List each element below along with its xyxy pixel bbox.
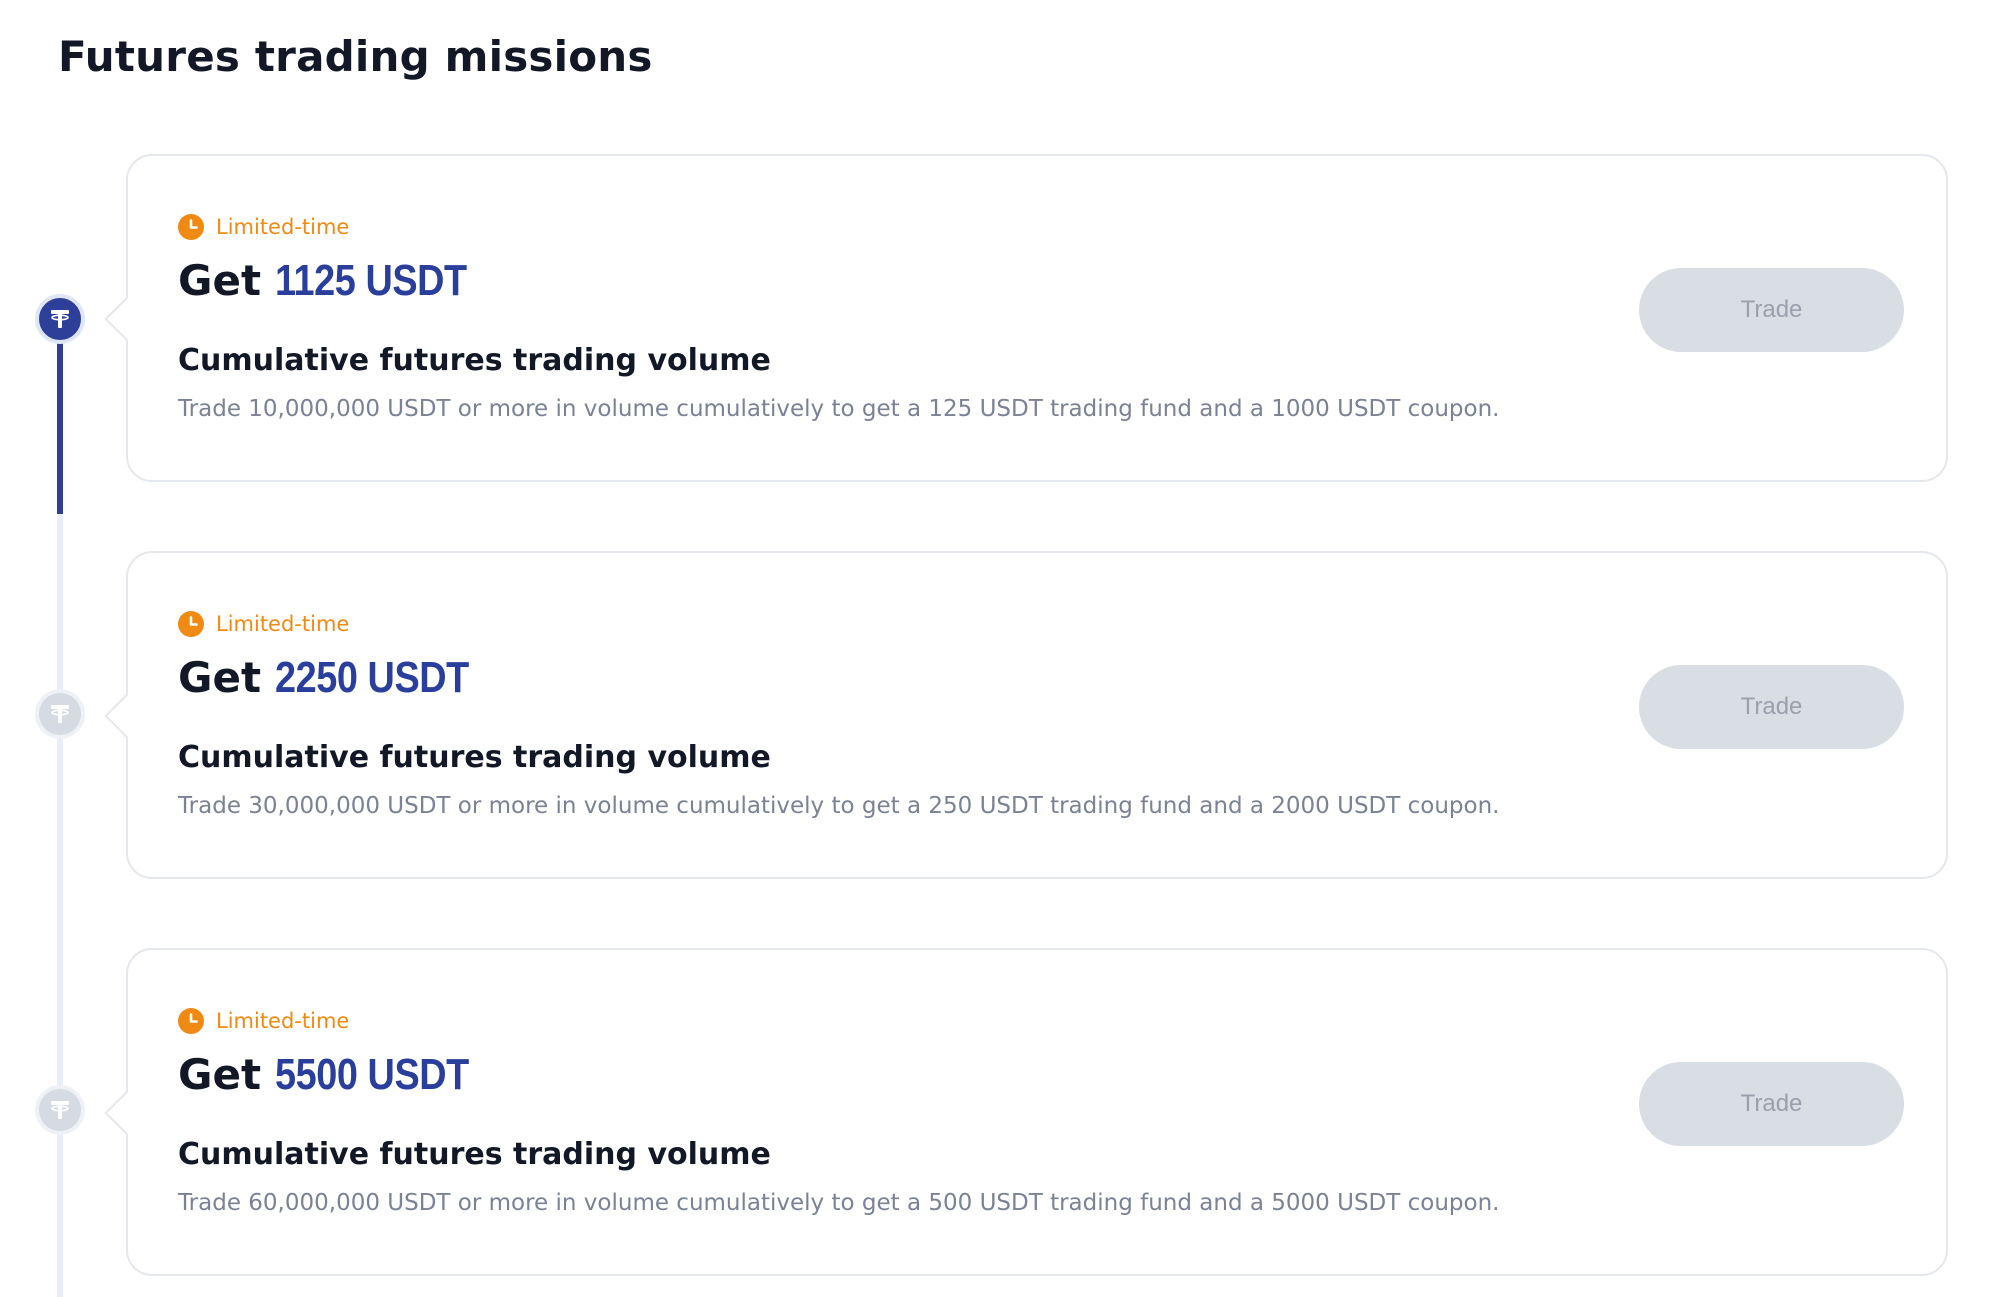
- trade-button[interactable]: Trade: [1639, 268, 1904, 352]
- tether-icon: [51, 705, 69, 723]
- timeline-progress: [57, 342, 63, 514]
- card-pointer: [104, 296, 150, 342]
- reward-prefix: Get: [178, 653, 262, 702]
- mission-title: Cumulative futures trading volume: [178, 740, 771, 775]
- tag-label: Limited-time: [216, 612, 350, 636]
- reward-heading: Get 5500 USDT: [178, 1050, 500, 1100]
- tag-label: Limited-time: [216, 1009, 350, 1033]
- reward-amount: 1125 USDT: [275, 256, 467, 305]
- mission-card: Limited-time Get 1125 USDT Cumulative fu…: [104, 154, 1948, 482]
- card-pointer: [104, 1090, 150, 1136]
- timeline-node-1: [35, 294, 85, 344]
- mission-card: Limited-time Get 2250 USDT Cumulative fu…: [104, 551, 1948, 879]
- reward-amount: 5500 USDT: [275, 1050, 469, 1099]
- tether-icon: [51, 1101, 69, 1119]
- timeline-node-3: [35, 1085, 85, 1135]
- reward-heading: Get 1125 USDT: [178, 256, 498, 306]
- limited-time-tag: Limited-time: [178, 1008, 349, 1034]
- limited-time-tag: Limited-time: [178, 611, 349, 637]
- limited-time-tag: Limited-time: [178, 214, 349, 240]
- timeline-node-2: [35, 689, 85, 739]
- mission-description: Trade 60,000,000 USDT or more in volume …: [178, 1190, 1500, 1216]
- mission-title: Cumulative futures trading volume: [178, 343, 771, 378]
- mission-card: Limited-time Get 5500 USDT Cumulative fu…: [104, 948, 1948, 1276]
- clock-icon: [178, 1008, 204, 1034]
- trade-button[interactable]: Trade: [1639, 1062, 1904, 1146]
- tether-icon: [51, 310, 69, 328]
- tag-label: Limited-time: [216, 215, 350, 239]
- reward-prefix: Get: [178, 1050, 262, 1099]
- reward-amount: 2250 USDT: [275, 653, 469, 702]
- mission-description: Trade 10,000,000 USDT or more in volume …: [178, 396, 1500, 422]
- reward-prefix: Get: [178, 256, 262, 305]
- mission-title: Cumulative futures trading volume: [178, 1137, 771, 1172]
- clock-icon: [178, 214, 204, 240]
- clock-icon: [178, 611, 204, 637]
- mission-description: Trade 30,000,000 USDT or more in volume …: [178, 793, 1500, 819]
- card-pointer: [104, 693, 150, 739]
- reward-heading: Get 2250 USDT: [178, 653, 500, 703]
- page-title: Futures trading missions: [58, 32, 653, 81]
- trade-button[interactable]: Trade: [1639, 665, 1904, 749]
